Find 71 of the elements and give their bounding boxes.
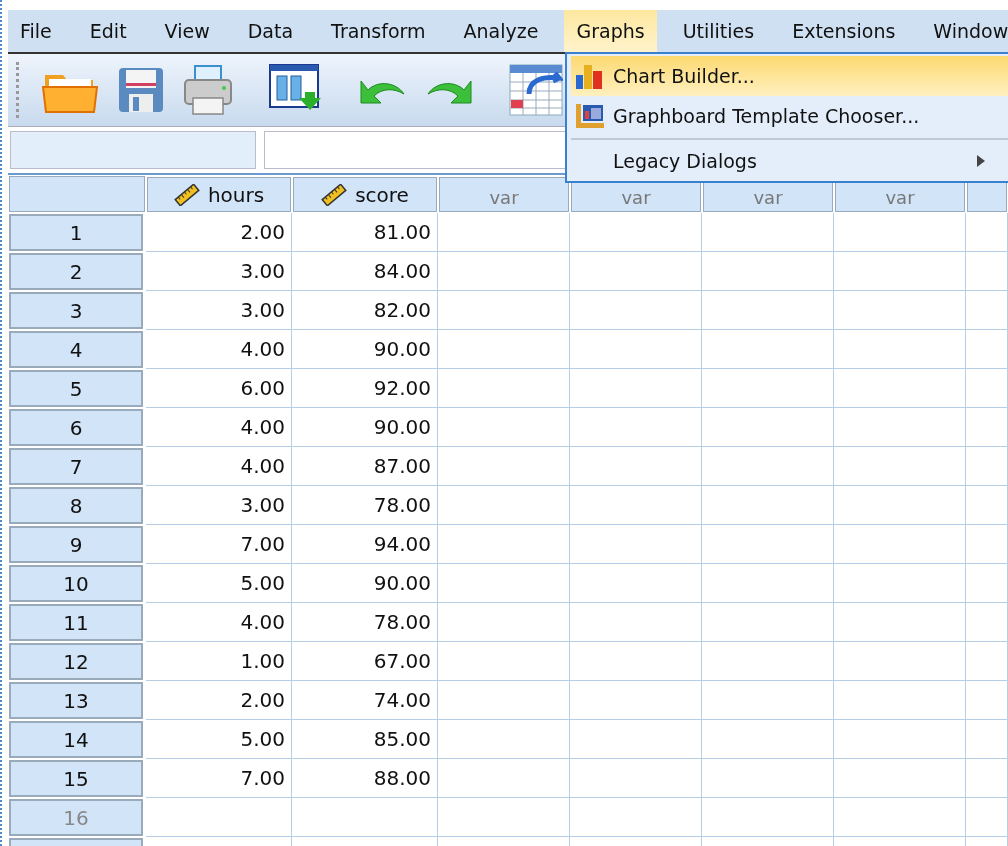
row-number[interactable]: 13 (9, 682, 143, 719)
menu-item[interactable]: Chart Builder... (571, 56, 1008, 96)
row-number[interactable]: 14 (9, 721, 143, 758)
menu-item[interactable]: Data (235, 10, 306, 52)
column-label: var (885, 187, 915, 208)
table-cell: 4.00 (146, 408, 292, 447)
menu-item[interactable]: Transform (319, 10, 438, 52)
table-cell: 3.00 (146, 291, 292, 330)
row-number[interactable]: 2 (9, 253, 143, 290)
row-number[interactable]: 10 (9, 565, 143, 602)
table-cell: 92.00 (292, 369, 438, 408)
menu-item[interactable]: Extensions (780, 10, 908, 52)
table-cell: 7.00 (146, 525, 292, 564)
column-label: var (489, 187, 519, 208)
table-cell: 74.00 (292, 681, 438, 720)
column-label: hours (207, 182, 265, 207)
table-cell: 6.00 (146, 369, 292, 408)
table-cell: 2.00 (146, 213, 292, 252)
menu-item[interactable]: Window (921, 10, 1008, 52)
menu-item[interactable]: File (8, 10, 64, 52)
table-cell: 1.00 (146, 642, 292, 681)
table-cell: 3.00 (146, 486, 292, 525)
row-number[interactable]: 11 (9, 604, 143, 641)
table-cell: 94.00 (292, 525, 438, 564)
printer-icon[interactable] (183, 64, 233, 116)
row-number[interactable]: 9 (9, 526, 143, 563)
table-cell: 84.00 (292, 252, 438, 291)
table-cell: 81.00 (292, 213, 438, 252)
table-cell: 82.00 (292, 291, 438, 330)
table-cell: 3.00 (146, 252, 292, 291)
column-label: var (753, 187, 783, 208)
cell-name-field[interactable] (10, 131, 256, 169)
table-cell: 2.00 (146, 681, 292, 720)
table-cell: 88.00 (292, 759, 438, 798)
table-cell: 4.00 (146, 447, 292, 486)
table-cell: 90.00 (292, 330, 438, 369)
table-cell: 78.00 (292, 603, 438, 642)
row-number[interactable]: 7 (9, 448, 143, 485)
row-number[interactable]: 12 (9, 643, 143, 680)
column-label: score (355, 182, 409, 207)
menu-item[interactable]: Utilities (670, 10, 767, 52)
column-header[interactable]: score (293, 177, 437, 212)
row-number[interactable]: 5 (9, 370, 143, 407)
table-cell: 67.00 (292, 642, 438, 681)
table-cell: 5.00 (146, 564, 292, 603)
table-cell: 4.00 (146, 603, 292, 642)
row-number[interactable]: 15 (9, 760, 143, 797)
menu-item[interactable]: Edit (77, 10, 139, 52)
submenu-arrow-icon (977, 155, 985, 167)
table-cell: 90.00 (292, 408, 438, 447)
menu-item[interactable]: Graphboard Template Chooser... (571, 96, 1008, 136)
column-label: var (621, 187, 651, 208)
row-number[interactable]: 1 (9, 214, 143, 251)
table-cell: 87.00 (292, 447, 438, 486)
menu-item[interactable]: View (152, 10, 222, 52)
row-number[interactable]: 4 (9, 331, 143, 368)
chart-template-icon (575, 103, 605, 129)
row-number[interactable]: 3 (9, 292, 143, 329)
row-number[interactable]: 6 (9, 409, 143, 446)
table-cell: 85.00 (292, 720, 438, 759)
column-header[interactable]: hours (147, 177, 291, 212)
save-icon[interactable] (117, 66, 165, 114)
menu-item[interactable]: Analyze (451, 10, 551, 52)
bar-chart-icon (575, 63, 605, 89)
table-cell: 78.00 (292, 486, 438, 525)
row-number[interactable]: 8 (9, 487, 143, 524)
menu-item[interactable]: Graphs (564, 10, 657, 52)
table-cell: 90.00 (292, 564, 438, 603)
table-cell: 5.00 (146, 720, 292, 759)
table-cell: 4.00 (146, 330, 292, 369)
table-cell: 7.00 (146, 759, 292, 798)
